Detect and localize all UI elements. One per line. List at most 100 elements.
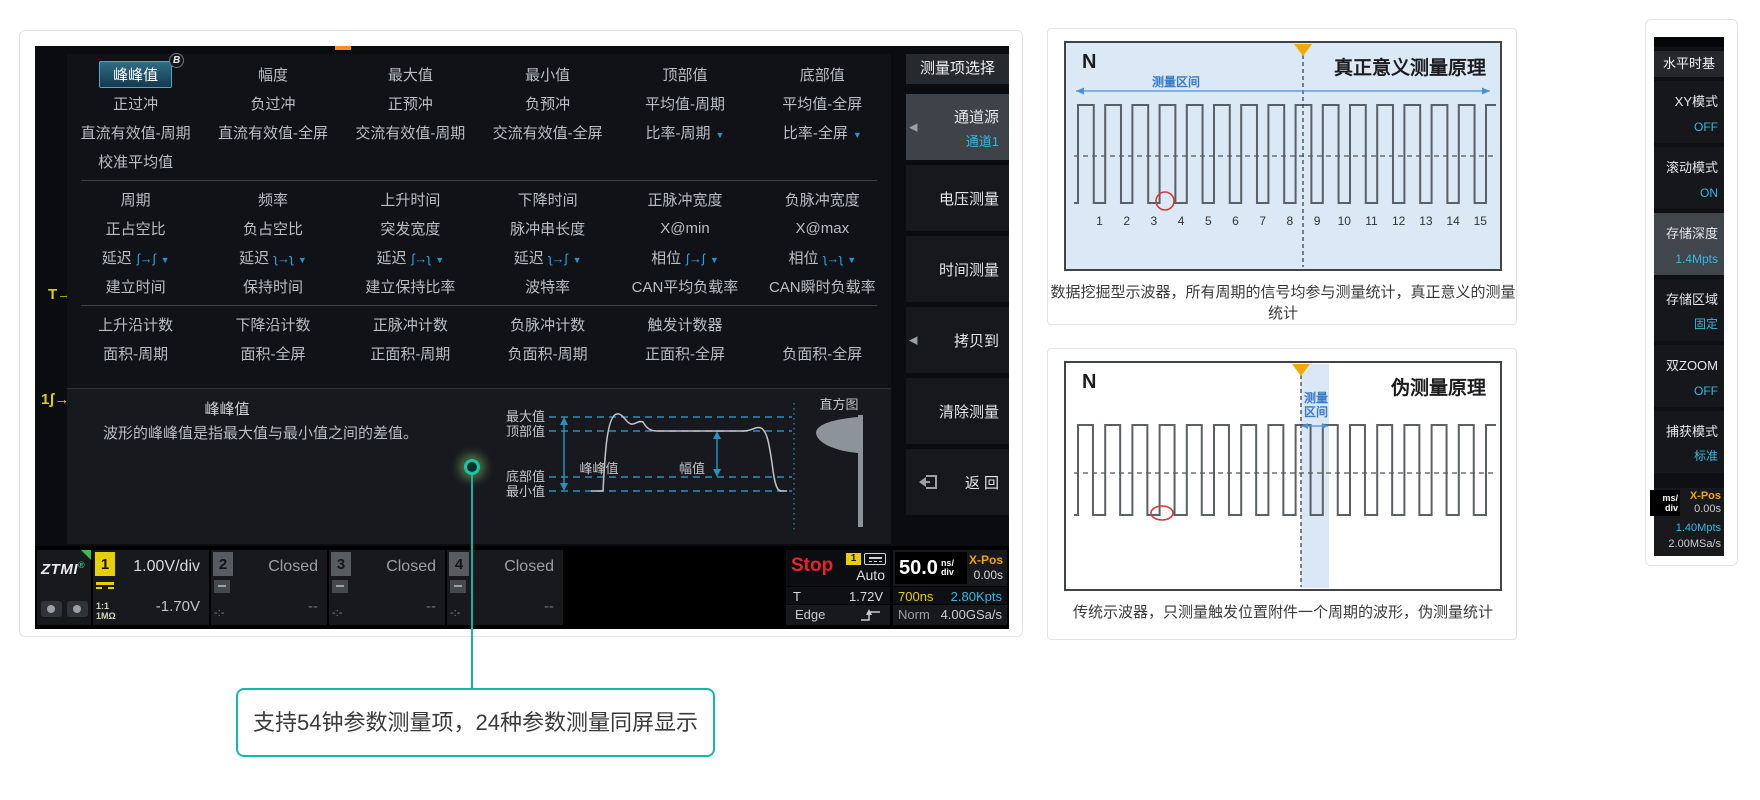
- trigger-level-value: 1.72V: [849, 589, 883, 604]
- menu-item[interactable]: 峰峰值B: [67, 61, 204, 88]
- menu-item[interactable]: 下降沿计数: [204, 314, 341, 335]
- menu-item[interactable]: 建立时间: [67, 276, 204, 297]
- menu-item[interactable]: CAN平均负载率: [616, 276, 753, 297]
- dropdown-caret-icon[interactable]: ▼: [573, 255, 582, 265]
- sidebar-button-拷贝到[interactable]: ◀拷贝到: [906, 307, 1009, 373]
- menu-item[interactable]: 负脉冲计数: [479, 314, 616, 335]
- menu-item[interactable]: 直流有效值-全屏: [204, 122, 341, 143]
- menu-item[interactable]: 延迟ʃ→ʅ▼: [342, 247, 479, 268]
- callout-leader-line: [471, 475, 473, 688]
- sidebar-button-存储区域[interactable]: 存储区域固定: [1654, 279, 1724, 341]
- menu-item[interactable]: 正脉冲宽度: [616, 189, 753, 210]
- sidebar-button-时间测量[interactable]: 时间测量: [906, 236, 1009, 302]
- registered-icon: ®: [78, 560, 85, 570]
- menu-item[interactable]: 面积-全屏: [204, 343, 341, 364]
- menu-item-label: 幅度: [258, 67, 288, 84]
- menu-item[interactable]: 底部值: [754, 64, 891, 85]
- coupling-icon: [214, 580, 230, 593]
- trigger-status-block[interactable]: Stop 1 Auto T 1.72V Edge: [786, 550, 890, 625]
- menu-item-label: 相位: [651, 250, 681, 267]
- menu-item[interactable]: 正面积-全屏: [616, 343, 753, 364]
- timebase-status-block[interactable]: 50.0 ns/div X-Pos 0.00s 700ns 2.80Kpts N…: [893, 550, 1007, 625]
- menu-item[interactable]: 比率-全屏▼: [754, 122, 891, 143]
- menu-item[interactable]: 顶部值: [616, 64, 753, 85]
- menu-item[interactable]: CAN瞬时负载率: [754, 276, 891, 297]
- menu-item[interactable]: 正脉冲计数: [342, 314, 479, 335]
- sidebar-button-捕获模式[interactable]: 捕获模式标准: [1654, 411, 1724, 473]
- menu-item[interactable]: 负占空比: [204, 218, 341, 239]
- menu-item[interactable]: 最大值: [342, 64, 479, 85]
- menu-item[interactable]: 触发计数器: [616, 314, 753, 335]
- sidebar-button-双ZOOM[interactable]: 双ZOOMOFF: [1654, 345, 1724, 407]
- menu-item[interactable]: 下降时间: [479, 189, 616, 210]
- dropdown-caret-icon[interactable]: ▼: [847, 255, 856, 265]
- sidebar-button-滚动模式[interactable]: 滚动模式ON: [1654, 147, 1724, 209]
- menu-item[interactable]: X@max: [754, 220, 891, 237]
- menu-item[interactable]: 相位ʅ→ʅ▼: [754, 247, 891, 268]
- sidebar-button-清除测量[interactable]: 清除测量: [906, 378, 1009, 444]
- dropdown-caret-icon[interactable]: ▼: [435, 255, 444, 265]
- menu-item[interactable]: 延迟ʅ→ʅ▼: [204, 247, 341, 268]
- menu-item[interactable]: 延迟ʅ→ʃ▼: [479, 247, 616, 268]
- menu-item[interactable]: 负过冲: [204, 93, 341, 114]
- sidebar-button-存储深度[interactable]: 存储深度1.4Mpts: [1654, 213, 1724, 275]
- menu-item[interactable]: 上升时间: [342, 189, 479, 210]
- dropdown-caret-icon[interactable]: ▼: [710, 255, 719, 265]
- sidebar-button-XY模式[interactable]: XY模式OFF: [1654, 81, 1724, 143]
- menu-item[interactable]: 负面积-周期: [479, 343, 616, 364]
- menu-item[interactable]: 交流有效值-全屏: [479, 122, 616, 143]
- memory-points: 1.40Mpts: [1676, 522, 1721, 534]
- menu-item[interactable]: 交流有效值-周期: [342, 122, 479, 143]
- channel-1-block[interactable]: 11:11MΩ1.00V/div-1.70V: [93, 550, 209, 625]
- menu-item[interactable]: 校准平均值: [67, 151, 204, 172]
- dropdown-caret-icon[interactable]: ▼: [853, 130, 862, 140]
- menu-item[interactable]: 平均值-周期: [616, 93, 753, 114]
- channel-2-block[interactable]: 2-:-Closed--: [211, 550, 327, 625]
- menu-item[interactable]: 负脉冲宽度: [754, 189, 891, 210]
- menu-item-label: 交流有效值-周期: [355, 125, 465, 142]
- measurement-menu-grid: 峰峰值B 幅度 最大值最小值顶部值底部值正过冲负过冲正预冲负预冲平均值-周期平均值-…: [67, 54, 891, 368]
- sidebar-buttons: XY模式OFF滚动模式ON存储深度1.4Mpts存储区域固定双ZOOMOFF捕获…: [1654, 81, 1724, 473]
- menu-item[interactable]: 负预冲: [479, 93, 616, 114]
- menu-item[interactable]: X@min: [616, 220, 753, 237]
- menu-item-label: 面积-全屏: [240, 346, 305, 363]
- channel-number-badge: 4: [449, 552, 469, 576]
- menu-item[interactable]: 正预冲: [342, 93, 479, 114]
- dropdown-caret-icon[interactable]: ▼: [716, 130, 725, 140]
- menu-item[interactable]: 负面积-全屏: [754, 343, 891, 364]
- sidebar-button-通道源[interactable]: ◀通道源通道1: [906, 94, 1009, 160]
- menu-item[interactable]: 正占空比: [67, 218, 204, 239]
- menu-item[interactable]: 平均值-全屏: [754, 93, 891, 114]
- menu-item[interactable]: 脉冲串长度: [479, 218, 616, 239]
- channel-4-block[interactable]: 4-:-Closed--: [447, 550, 563, 625]
- menu-item[interactable]: 正过冲: [67, 93, 204, 114]
- dropdown-caret-icon[interactable]: ▼: [161, 255, 170, 265]
- menu-item[interactable]: 周期: [67, 189, 204, 210]
- menu-item[interactable]: 上升沿计数: [67, 314, 204, 335]
- menu-item-label: 保持时间: [243, 279, 303, 296]
- menu-item[interactable]: 延迟ʃ→ʃ▼: [67, 247, 204, 268]
- svg-text:11: 11: [1365, 214, 1378, 228]
- menu-item[interactable]: 建立保持比率: [342, 276, 479, 297]
- touch-lock-icon[interactable]: [67, 601, 88, 617]
- sidebar-button-返回[interactable]: 返 回: [906, 449, 1009, 515]
- label-top: 顶部值: [506, 424, 545, 439]
- sidebar-button-label: 存储区域: [1666, 289, 1718, 308]
- menu-item[interactable]: 面积-周期: [67, 343, 204, 364]
- menu-item[interactable]: 幅度: [204, 64, 341, 85]
- menu-item[interactable]: 相位ʃ→ʃ▼: [616, 247, 753, 268]
- menu-item[interactable]: 突发宽度: [342, 218, 479, 239]
- menu-item[interactable]: 比率-周期▼: [616, 122, 753, 143]
- dropdown-caret-icon[interactable]: ▼: [298, 255, 307, 265]
- xpos-value: 0.00s: [974, 568, 1003, 582]
- menu-item[interactable]: 最小值: [479, 64, 616, 85]
- menu-item[interactable]: 频率: [204, 189, 341, 210]
- sidebar-button-电压测量[interactable]: 电压测量: [906, 165, 1009, 231]
- menu-item[interactable]: 直流有效值-周期: [67, 122, 204, 143]
- channel-number-badge: 2: [213, 552, 233, 576]
- menu-item[interactable]: 波特率: [479, 276, 616, 297]
- touch-gesture-icon[interactable]: [41, 601, 62, 617]
- menu-item[interactable]: 保持时间: [204, 276, 341, 297]
- channel-3-block[interactable]: 3-:-Closed--: [329, 550, 445, 625]
- menu-item[interactable]: 正面积-周期: [342, 343, 479, 364]
